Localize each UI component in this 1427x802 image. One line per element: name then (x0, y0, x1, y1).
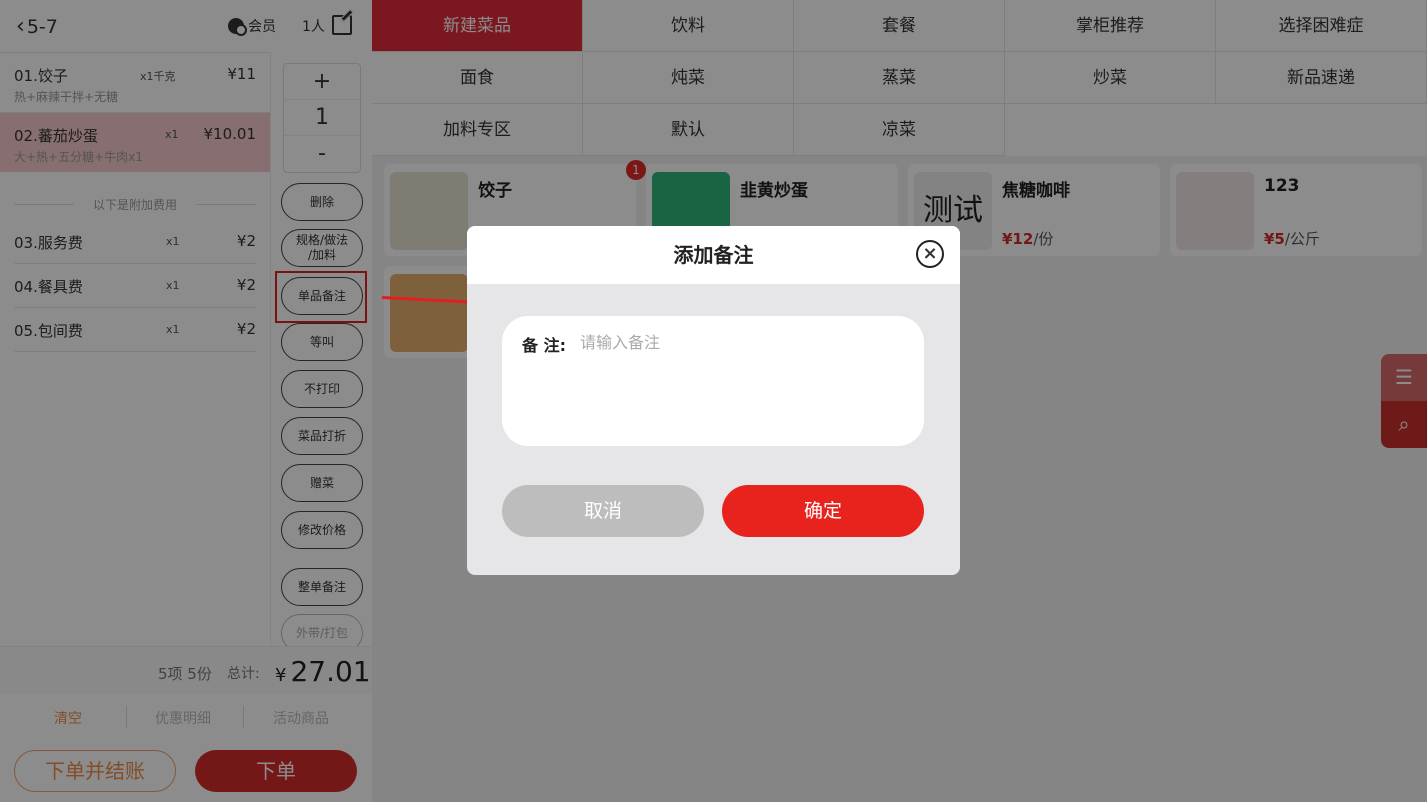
cancel-button[interactable]: 取消 (502, 485, 704, 537)
note-label: 备 注: (522, 336, 566, 355)
dialog-title: 添加备注 (467, 226, 960, 284)
add-note-dialog: 添加备注 × 备 注: 取消 确定 (467, 226, 960, 575)
note-input[interactable] (580, 330, 900, 354)
close-icon[interactable]: × (916, 240, 944, 268)
note-box: 备 注: (502, 316, 924, 446)
confirm-button[interactable]: 确定 (722, 485, 924, 537)
